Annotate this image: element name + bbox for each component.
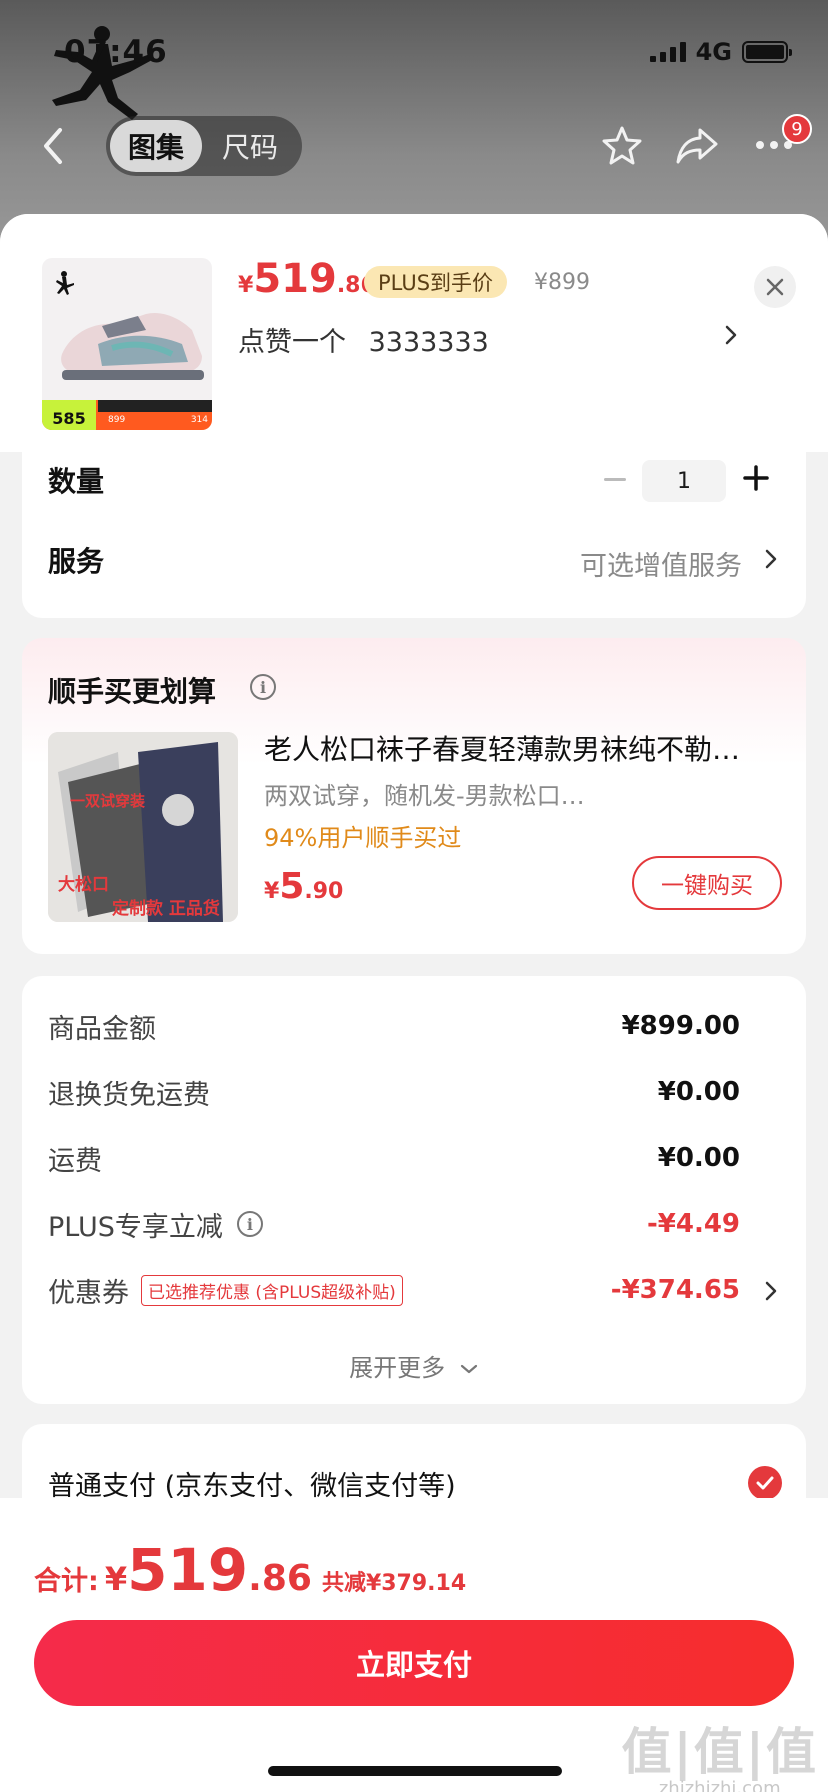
expand-more-label: 展开更多 bbox=[349, 1354, 446, 1382]
expand-more-button[interactable]: 展开更多 bbox=[22, 1348, 806, 1383]
checkmark-icon bbox=[756, 1476, 774, 1490]
coupon-row[interactable]: 优惠券 已选推荐优惠 (含PLUS超级补贴) -¥374.65 bbox=[48, 1270, 740, 1310]
watermark-logo: 值|值|值 bbox=[621, 1723, 818, 1781]
selected-check-icon[interactable] bbox=[748, 1466, 782, 1500]
thumbnail-promo-price: 585 bbox=[42, 400, 96, 430]
summary-row: 运费 ¥0.00 bbox=[48, 1138, 740, 1178]
plus-icon[interactable] bbox=[740, 462, 772, 494]
total-decimal: .86 bbox=[248, 1558, 312, 1599]
service-label: 服务 bbox=[48, 545, 105, 578]
summary-value: -¥4.49 bbox=[646, 1209, 740, 1239]
order-total: 合计: ¥ 519 .86 共减¥379.14 bbox=[34, 1536, 466, 1604]
original-price: ¥899 bbox=[534, 270, 590, 295]
product-thumbnail[interactable]: 585 899 314 bbox=[42, 258, 212, 430]
battery-icon bbox=[742, 41, 792, 63]
tab-size[interactable]: 尺码 bbox=[202, 126, 298, 166]
recommendation-item-popularity: 94%用户顺手买过 bbox=[264, 824, 462, 852]
back-icon[interactable] bbox=[38, 126, 70, 166]
thumbnail-promo-b: 314 bbox=[190, 415, 208, 425]
summary-label: 退换货免运费 bbox=[48, 1079, 210, 1111]
quantity-label: 数量 bbox=[48, 465, 105, 498]
tab-gallery[interactable]: 图集 bbox=[110, 120, 202, 172]
chevron-right-icon[interactable] bbox=[764, 1280, 778, 1302]
summary-label: PLUS专享立减 bbox=[48, 1211, 223, 1243]
recommendation-title: 顺手买更划算 bbox=[48, 675, 217, 708]
info-icon[interactable]: i bbox=[250, 674, 276, 700]
thumbnail-promo-a: 899 bbox=[108, 415, 126, 425]
cellular-signal-icon bbox=[649, 42, 686, 62]
price-summary-card: 商品金额 ¥899.00 退换货免运费 ¥0.00 运费 ¥0.00 PLUS专… bbox=[22, 976, 806, 1404]
sock-text-a: 一双试穿装 bbox=[70, 792, 146, 810]
gallery-size-toggle: 图集 尺码 bbox=[106, 116, 302, 176]
summary-value: ¥0.00 bbox=[657, 1077, 740, 1107]
coupon-tag: 已选推荐优惠 (含PLUS超级补贴) bbox=[141, 1274, 403, 1306]
quantity-service-card: 数量 1 服务 可选增值服务 bbox=[22, 444, 806, 618]
summary-value: ¥899.00 bbox=[621, 1011, 740, 1041]
sock-product-image[interactable]: 一双试穿装 大松口 定制款 正品货 bbox=[48, 732, 238, 922]
watermark: 值|值|值 zhizhizhi.com bbox=[621, 1712, 818, 1792]
pay-now-button[interactable]: 立即支付 bbox=[34, 1620, 794, 1706]
spec-value: 3333333 bbox=[368, 327, 489, 358]
total-integer: 519 bbox=[127, 1536, 249, 1604]
chevron-right-icon[interactable] bbox=[764, 548, 778, 570]
summary-label: 优惠券 bbox=[48, 1277, 129, 1309]
sneaker-image bbox=[56, 271, 204, 380]
summary-value: ¥0.00 bbox=[657, 1143, 740, 1173]
info-icon[interactable]: i bbox=[236, 1211, 263, 1237]
home-indicator bbox=[268, 1766, 562, 1776]
sock-text-c: 定制款 正品货 bbox=[112, 899, 220, 919]
total-saving: 共减¥379.14 bbox=[321, 1571, 467, 1596]
share-icon[interactable] bbox=[674, 124, 720, 168]
recommendation-card: 顺手买更划算 i 一双试穿装 大松口 定制款 正品货 老人松口袜子春夏轻薄款男袜… bbox=[22, 638, 806, 954]
summary-label: 运费 bbox=[48, 1145, 102, 1177]
chevron-down-icon bbox=[460, 1364, 477, 1374]
summary-row: PLUS专享立减 i -¥4.49 bbox=[48, 1204, 740, 1244]
sock-text-b: 大松口 bbox=[58, 875, 109, 895]
minus-icon[interactable] bbox=[600, 478, 630, 482]
thumbnail-promo-values: 899 314 bbox=[108, 415, 208, 425]
plus-price-tag: PLUS到手价 bbox=[364, 266, 508, 298]
rec-price-integer: 5 bbox=[279, 866, 305, 907]
recommendation-price: ¥ 5 .90 bbox=[264, 866, 343, 907]
quantity-stepper[interactable]: 1 bbox=[642, 460, 726, 502]
status-indicators: 4G bbox=[649, 38, 792, 66]
price-currency: ¥ bbox=[238, 273, 254, 298]
summary-row: 商品金额 ¥899.00 bbox=[48, 1006, 740, 1046]
spec-label: 点赞一个 bbox=[238, 327, 346, 358]
close-button[interactable] bbox=[754, 266, 796, 308]
service-value[interactable]: 可选增值服务 bbox=[580, 544, 742, 583]
summary-value: -¥374.65 bbox=[610, 1275, 740, 1305]
checkout-bar: 合计: ¥ 519 .86 共减¥379.14 立即支付 值|值|值 zhizh… bbox=[0, 1498, 828, 1792]
selected-spec[interactable]: 点赞一个 3333333 bbox=[238, 320, 489, 359]
recommendation-item-name[interactable]: 老人松口袜子春夏轻薄款男袜纯不勒… bbox=[264, 728, 784, 768]
status-time: 07:46 bbox=[64, 34, 168, 70]
network-type: 4G bbox=[695, 38, 732, 66]
chevron-right-icon[interactable] bbox=[724, 324, 738, 346]
summary-label: 商品金额 bbox=[48, 1013, 156, 1045]
rec-price-currency: ¥ bbox=[264, 879, 280, 904]
total-label: 合计: bbox=[34, 1566, 99, 1597]
notification-badge: 9 bbox=[782, 114, 812, 144]
one-click-buy-button[interactable]: 一键购买 bbox=[632, 856, 782, 910]
product-price: ¥ 519 .86 bbox=[238, 256, 376, 302]
thumbnail-promo-strip: 585 899 314 bbox=[42, 400, 212, 430]
rec-price-decimal: .90 bbox=[304, 879, 344, 904]
thumbnail-promo-dates bbox=[98, 400, 212, 412]
price-integer: 519 bbox=[253, 256, 337, 302]
close-icon bbox=[766, 278, 784, 296]
recommendation-item-sub: 两双试穿，随机发-男款松口… bbox=[264, 782, 585, 810]
total-currency: ¥ bbox=[104, 1560, 128, 1598]
summary-row: 退换货免运费 ¥0.00 bbox=[48, 1072, 740, 1112]
star-icon[interactable] bbox=[600, 124, 644, 168]
product-summary: 585 899 314 ¥ 519 .86 PLUS到手价 ¥899 点赞一个 … bbox=[0, 214, 828, 452]
